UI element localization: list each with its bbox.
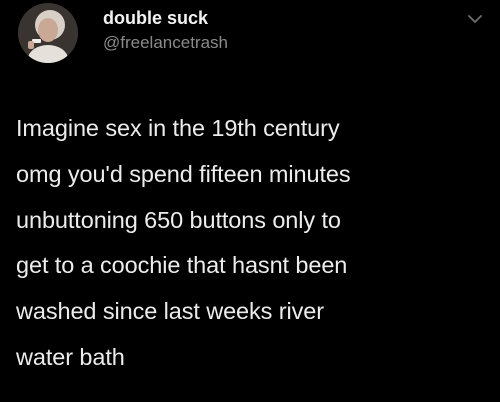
tweet-menu-button[interactable] xyxy=(464,10,486,28)
chevron-down-icon xyxy=(468,15,482,23)
tweet-card: double suck @freelancetrash Imagine sex … xyxy=(0,0,500,402)
user-handle[interactable]: @freelancetrash xyxy=(103,33,228,53)
display-name[interactable]: double suck xyxy=(103,8,208,29)
avatar[interactable] xyxy=(18,3,78,63)
profile-photo-icon xyxy=(18,3,78,63)
tweet-text: Imagine sex in the 19th century omg you'… xyxy=(16,115,351,370)
